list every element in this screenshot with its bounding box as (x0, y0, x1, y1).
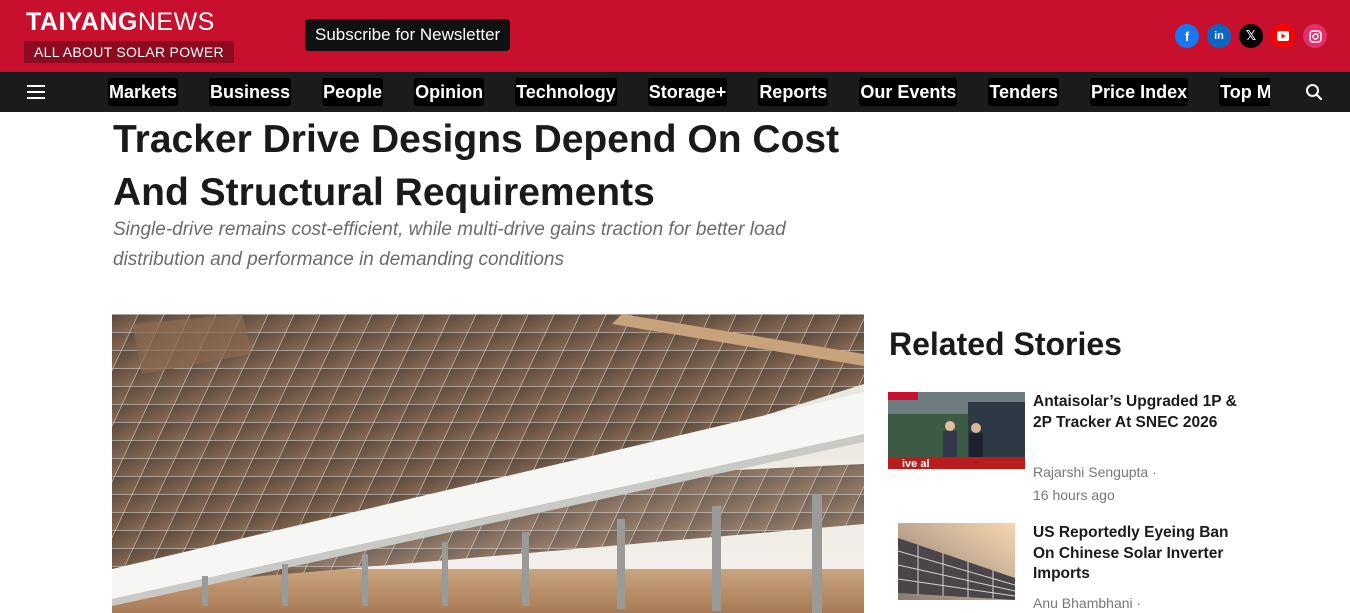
main-nav: Markets Business People Opinion Technolo… (0, 71, 1350, 112)
nav-item-technology[interactable]: Technology (515, 78, 617, 106)
youtube-icon[interactable] (1271, 24, 1295, 48)
nav-item-storage[interactable]: Storage+ (647, 78, 728, 106)
facebook-icon[interactable]: f (1175, 24, 1199, 48)
byline-separator: · (1136, 595, 1142, 611)
logo-news: NEWS (137, 8, 215, 36)
article-hero-image (112, 314, 864, 613)
site-header: TAIYANGNEWS ALL ABOUT SOLAR POWER Subscr… (0, 0, 1350, 71)
subscribe-newsletter-button[interactable]: Subscribe for Newsletter (305, 19, 511, 51)
nav-items: Markets Business People Opinion Technolo… (108, 78, 1270, 106)
svg-text:ive al: ive al (902, 458, 930, 469)
nav-item-people[interactable]: People (322, 78, 384, 106)
related-stories-heading: Related Stories (889, 326, 1122, 362)
nav-item-price-index[interactable]: Price Index (1090, 78, 1189, 106)
story-time: 16 hours ago (1033, 487, 1115, 503)
instagram-icon[interactable] (1303, 24, 1327, 48)
story-title[interactable]: US Reportedly Eyeing Ban On Chinese Sola… (1033, 523, 1243, 585)
nav-item-business[interactable]: Business (209, 78, 292, 106)
article-subtitle: Single-drive remains cost-efficient, whi… (113, 219, 786, 270)
x-icon[interactable]: 𝕏 (1239, 24, 1263, 48)
story-author-name[interactable]: Rajarshi Sengupta (1033, 464, 1148, 480)
nav-item-reports[interactable]: Reports (758, 78, 829, 106)
story-author: Rajarshi Sengupta · (1033, 464, 1157, 480)
article-title: Tracker Drive Designs Depend On Cost And… (113, 118, 840, 214)
nav-item-tenders[interactable]: Tenders (988, 78, 1060, 106)
nav-item-top-mod[interactable]: Top Mod (1219, 78, 1270, 106)
nav-item-our-events[interactable]: Our Events (859, 78, 958, 106)
story-thumbnail[interactable] (898, 523, 1015, 600)
logo-wordmark: TAIYANGNEWS (26, 8, 215, 37)
related-story[interactable]: US Reportedly Eyeing Ban On Chinese Sola… (888, 523, 1248, 613)
social-links: f in 𝕏 (1175, 24, 1327, 48)
story-author: Anu Bhambhani · (1033, 595, 1141, 611)
site-logo[interactable]: TAIYANGNEWS ALL ABOUT SOLAR POWER (24, 6, 234, 64)
story-title[interactable]: Antaisolar’s Upgraded 1P & 2P Tracker At… (1033, 392, 1243, 433)
nav-item-markets[interactable]: Markets (108, 78, 179, 106)
story-author-name[interactable]: Anu Bhambhani (1033, 595, 1133, 611)
linkedin-icon[interactable]: in (1207, 24, 1231, 48)
logo-tagline: ALL ABOUT SOLAR POWER (24, 41, 234, 63)
menu-icon[interactable] (27, 85, 45, 99)
related-story[interactable]: ive al Antaisolar’s Upgraded 1P & 2P Tra… (888, 392, 1248, 512)
byline-separator: · (1152, 464, 1157, 480)
nav-item-opinion[interactable]: Opinion (414, 78, 485, 106)
logo-brand: TAIYANG (26, 8, 138, 36)
story-thumbnail[interactable]: ive al (888, 392, 1025, 469)
search-icon[interactable] (1305, 83, 1323, 101)
